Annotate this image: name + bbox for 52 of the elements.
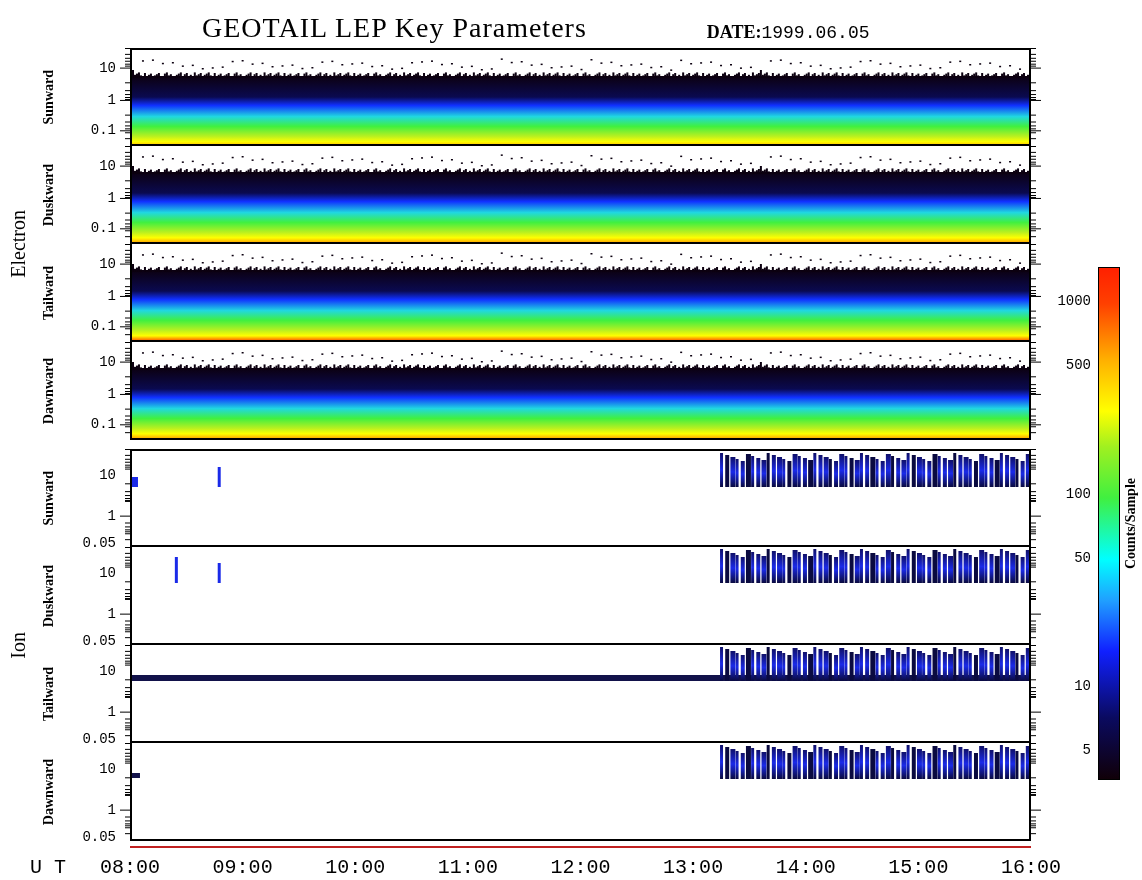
group-label: Electron	[6, 210, 30, 278]
y-tick-label: 10	[99, 255, 116, 272]
x-tick-label: 10:00	[325, 856, 386, 880]
y-tick-label: 10	[99, 353, 116, 370]
y-tick-label: 10	[99, 761, 116, 778]
colorbar-tick-label: 500	[1065, 356, 1091, 373]
y-tick-label: 0.05	[82, 633, 116, 650]
panel-label: Sunward	[41, 69, 57, 125]
date-label: DATE:1999.06.05	[706, 21, 870, 44]
colorbar-tick-label: 50	[1074, 549, 1091, 566]
y-tick-label: 1	[107, 801, 116, 818]
y-tick-label: 10	[99, 663, 116, 680]
y-tick-label: 1	[107, 287, 116, 304]
panel-label: Tailward	[41, 667, 57, 721]
panel-label: Dawnward	[41, 758, 57, 826]
x-tick-label: 14:00	[775, 856, 836, 880]
y-tick-label: 0.05	[82, 731, 116, 748]
colorbar-tick-label: 10	[1074, 678, 1091, 695]
y-tick-label: 10	[99, 565, 116, 582]
colorbar-tick-label: 1000	[1057, 292, 1091, 309]
x-tick-label: 11:00	[437, 856, 498, 880]
y-tick-label: 0.05	[82, 829, 116, 846]
panel-label: Duskward	[41, 163, 57, 227]
x-tick-label: 16:00	[1001, 856, 1061, 880]
panel-label: Tailward	[41, 266, 57, 320]
y-tick-label: 1	[107, 91, 116, 108]
colorbar-tick-label: 100	[1065, 485, 1091, 502]
panel-label: Duskward	[41, 564, 57, 628]
y-tick-label: 1	[107, 605, 116, 622]
plot-title: GEOTAIL LEP Key Parameters	[202, 12, 587, 44]
y-tick-label: 1	[107, 385, 116, 402]
y-tick-label: 1	[107, 507, 116, 524]
y-tick-label: 10	[99, 59, 116, 76]
x-tick-label: 13:00	[663, 856, 724, 880]
x-tick-label: 09:00	[212, 856, 273, 880]
y-tick-label: 0.1	[90, 318, 116, 335]
panel-label: Sunward	[41, 470, 57, 526]
y-tick-label: 10	[99, 467, 116, 484]
y-tick-label: 10	[99, 157, 116, 174]
colorbar-title: Counts/Sample	[1123, 478, 1139, 569]
colorbar-tick-label: 5	[1082, 742, 1091, 759]
y-tick-label: 0.05	[82, 535, 116, 552]
y-tick-label: 1	[107, 189, 116, 206]
y-tick-label: 0.1	[90, 122, 116, 139]
x-tick-label: 12:00	[550, 856, 611, 880]
y-tick-label: 0.1	[90, 416, 116, 433]
x-tick-label: 08:00	[100, 856, 160, 880]
x-tick-label: 15:00	[888, 856, 949, 880]
y-tick-label: 0.1	[90, 220, 116, 237]
group-label: Ion	[6, 631, 30, 659]
panel-label: Dawnward	[41, 357, 57, 425]
y-tick-label: 1	[107, 703, 116, 720]
